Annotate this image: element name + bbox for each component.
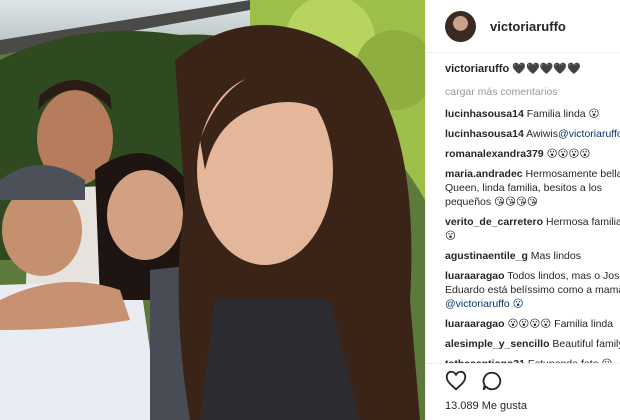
comment-item: maria.andradec Hermosamente bella Queen,… xyxy=(445,167,620,209)
action-icons xyxy=(445,370,503,392)
heart-icon[interactable] xyxy=(445,370,467,392)
comment-username[interactable]: romanalexandra379 xyxy=(445,148,544,160)
comment-username[interactable]: luaraaragao xyxy=(445,318,505,330)
comment-username[interactable]: agustinaentile_g xyxy=(445,250,528,262)
likes-count[interactable]: 13.089 Me gusta xyxy=(445,400,527,412)
comment-item: luaraaragao 😮😮😮😮 Familia linda xyxy=(445,317,620,331)
caption-text: 🖤🖤🖤🖤🖤 xyxy=(512,63,581,75)
comment-text: 😮😮😮😮 Familia linda xyxy=(507,318,614,330)
comment-text: Awiwis xyxy=(526,128,559,140)
caption-username[interactable]: victoriaruffo xyxy=(445,63,509,75)
header-username[interactable]: victoriaruffo xyxy=(490,19,566,34)
caption: victoriaruffo 🖤🖤🖤🖤🖤 xyxy=(445,62,620,77)
comment-text: Beautiful family xyxy=(552,338,620,350)
post-actions: 13.089 Me gusta xyxy=(426,363,620,420)
comments-list: victoriaruffo 🖤🖤🖤🖤🖤 cargar más comentari… xyxy=(445,62,620,377)
comment-username[interactable]: luaraaragao xyxy=(445,270,505,282)
comment-username[interactable]: maria.andradec xyxy=(445,168,523,180)
comment-username[interactable]: verito_de_carretero xyxy=(445,216,543,228)
load-more-comments[interactable]: cargar más comentarios xyxy=(445,85,620,99)
comment-username[interactable]: alesimple_y_sencillo xyxy=(445,338,549,350)
post-side-panel: victoriaruffo victoriaruffo 🖤🖤🖤🖤🖤 cargar… xyxy=(425,0,620,420)
comment-mention[interactable]: @victoriaruffo 😮 xyxy=(445,298,524,310)
post-header: victoriaruffo xyxy=(426,0,620,53)
comment-item: luaraaragao Todos lindos, mas o Jose Edu… xyxy=(445,269,620,311)
comment-item: lucinhasousa14 Familia linda 😮 xyxy=(445,107,620,121)
family-selfie-image xyxy=(0,0,425,420)
comment-item: romanalexandra379 😮😮😮😮 xyxy=(445,147,620,161)
comment-text: Mas lindos xyxy=(530,250,581,262)
comment-username[interactable]: lucinhasousa14 xyxy=(445,128,524,140)
comment-item: verito_de_carretero Hermosa familia 😮 xyxy=(445,215,620,243)
comment-username[interactable]: lucinhasousa14 xyxy=(445,108,524,120)
comment-text: 😮😮😮😮 xyxy=(546,148,591,160)
comment-item: alesimple_y_sencillo Beautiful family xyxy=(445,337,620,351)
comment-icon[interactable] xyxy=(481,370,503,392)
comment-text: Familia linda 😮 xyxy=(526,108,600,120)
avatar[interactable] xyxy=(445,10,476,42)
comment-item: lucinhasousa14 Awiwis@victoriaruffo xyxy=(445,127,620,141)
post-photo xyxy=(0,0,425,420)
comment-item: agustinaentile_g Mas lindos xyxy=(445,249,620,263)
comment-mention[interactable]: @victoriaruffo xyxy=(558,128,620,140)
